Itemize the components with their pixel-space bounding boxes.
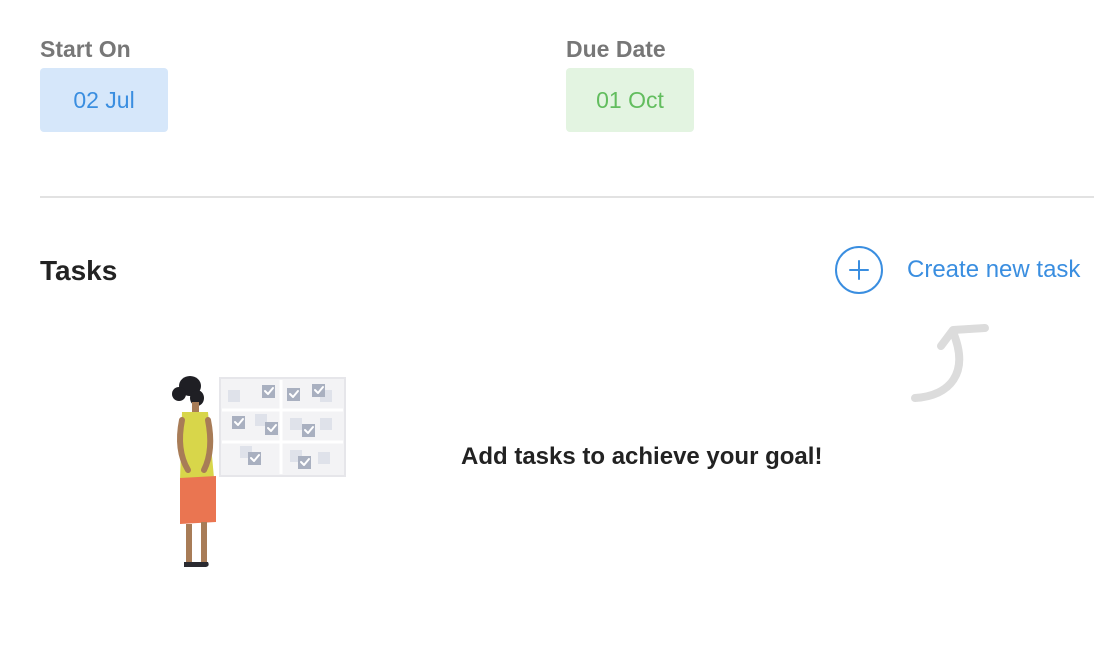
curved-arrow-icon <box>911 324 989 402</box>
empty-tasks-illustration <box>172 376 346 567</box>
start-on-label: Start On <box>40 36 131 62</box>
due-date-label: Due Date <box>566 36 666 62</box>
create-new-task-label[interactable]: Create new task <box>907 256 1080 284</box>
tasks-heading: Tasks <box>40 255 118 286</box>
create-new-task-button[interactable]: Create new task <box>835 246 1080 294</box>
start-date-value: 02 Jul <box>73 86 135 113</box>
plus-circle-icon[interactable] <box>835 246 883 294</box>
section-divider <box>40 196 1094 198</box>
due-date-chip[interactable]: 01 Oct <box>566 68 694 132</box>
goal-detail-panel: Start On 02 Jul Due Date 01 Oct Tasks Cr… <box>0 0 1108 646</box>
empty-tasks-message: Add tasks to achieve your goal! <box>461 443 823 470</box>
due-date-value: 01 Oct <box>596 86 664 113</box>
start-date-chip[interactable]: 02 Jul <box>40 68 168 132</box>
